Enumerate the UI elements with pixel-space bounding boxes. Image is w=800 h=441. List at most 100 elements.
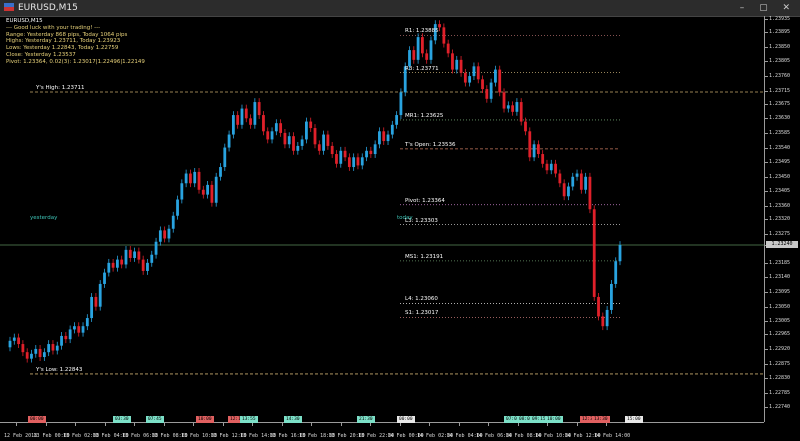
candle-body-62: [274, 123, 278, 132]
news-marker-1[interactable]: 03:30: [113, 416, 131, 423]
candle-body-30: [137, 251, 141, 260]
candle-body-97: [425, 53, 429, 60]
candle-body-39: [176, 199, 179, 216]
price-tick-label-19: 1.23095: [769, 289, 791, 296]
candle-body-17: [81, 326, 85, 333]
candle-body-91: [399, 92, 403, 116]
candle-body-51: [227, 134, 231, 148]
candle-body-133: [579, 173, 583, 190]
candle-body-38: [171, 215, 175, 229]
candle-body-102: [446, 43, 450, 54]
price-tick-18: [765, 277, 768, 279]
candle-body-37: [167, 228, 171, 239]
candle-body-98: [429, 40, 433, 60]
candle-body-111: [485, 89, 489, 99]
current-price-tag: 1.23240: [766, 241, 798, 249]
candle-body-35: [158, 230, 162, 242]
candle-body-134: [584, 176, 588, 190]
time-tick-4: [134, 423, 135, 426]
candle-body-65: [287, 136, 291, 145]
candle-body-75: [330, 145, 334, 155]
yesterday-label: yesterday: [30, 215, 58, 221]
candle-body-0: [8, 340, 12, 348]
price-tick-label-24: 1.22875: [769, 360, 791, 367]
candle-body-114: [498, 69, 502, 93]
candle-body-81: [356, 157, 360, 166]
news-marker-0[interactable]: 00:00: [28, 416, 46, 423]
candle-body-3: [21, 344, 25, 353]
price-chart[interactable]: [0, 16, 764, 422]
candle-body-9: [47, 344, 51, 353]
time-axis[interactable]: 12 Feb 2018 13 Feb 00:00 13 Feb 02:00 13 Fe…: [0, 422, 764, 441]
candle-body-105: [459, 59, 463, 73]
news-marker-3[interactable]: 10:00: [196, 416, 214, 423]
candle-body-96: [420, 37, 424, 54]
time-tick-14: [429, 423, 430, 426]
price-tick-label-3: 1.23805: [769, 58, 791, 65]
candle-body-47: [210, 184, 214, 203]
price-tick-label-8: 1.23585: [769, 129, 791, 136]
candle-body-69: [305, 121, 308, 140]
candle-body-119: [519, 102, 523, 122]
candle-body-60: [266, 131, 270, 140]
candle-body-19: [90, 296, 94, 319]
candle-body-27: [124, 249, 128, 265]
candle-body-93: [408, 50, 411, 67]
price-tick-27: [765, 407, 768, 409]
candle-body-54: [240, 108, 244, 125]
candle-body-138: [601, 316, 605, 327]
window-title-bar[interactable]: EURUSD,M15 – ▢ ✕: [0, 0, 800, 17]
news-marker-7[interactable]: 21:30: [357, 416, 375, 423]
candle-body-77: [339, 150, 343, 164]
news-marker-12[interactable]: 10:00: [545, 416, 563, 423]
price-tick-7: [765, 118, 768, 120]
info-line-pivot: Pivot: 1.23364, 0.02(3): 1.23017|1.22496…: [6, 58, 145, 65]
candle-body-125: [545, 163, 549, 171]
time-tick-16: [488, 423, 489, 426]
news-marker-5[interactable]: 13:55: [240, 416, 258, 423]
candle-body-108: [472, 66, 476, 77]
candle-body-67: [296, 145, 300, 151]
candle-body-29: [133, 251, 136, 258]
candle-body-8: [42, 352, 46, 358]
candle-body-83: [365, 150, 368, 158]
candle-body-13: [64, 335, 68, 340]
candle-body-16: [77, 326, 81, 333]
candle-body-101: [442, 27, 446, 44]
level-label-0: R1: 1.23885: [405, 28, 439, 35]
candle-body-80: [352, 157, 356, 168]
news-marker-15[interactable]: 15:00: [625, 416, 643, 423]
level-label-2: Y's High: 1.23711: [36, 85, 85, 91]
price-tick-label-12: 1.23405: [769, 188, 791, 195]
price-tick-11: [765, 176, 768, 178]
news-marker-2[interactable]: 07:45: [146, 416, 164, 423]
info-line-lows: Lows: Yesterday 1.22843, Today 1.22759: [6, 45, 119, 52]
news-marker-6[interactable]: 14:30: [284, 416, 302, 423]
price-tick-15: [765, 233, 768, 235]
level-label-1: R3: 1.23771: [405, 65, 439, 72]
price-tick-12: [765, 191, 768, 193]
window-controls[interactable]: – ▢ ✕: [740, 0, 796, 16]
price-tick-19: [765, 292, 768, 294]
candle-body-124: [541, 154, 545, 164]
price-tick-label-21: 1.23005: [769, 318, 791, 325]
price-tick-label-20: 1.23050: [769, 303, 791, 310]
news-marker-8[interactable]: 00:00: [397, 416, 415, 423]
candle-body-132: [575, 173, 579, 177]
price-tick-label-9: 1.23540: [769, 144, 791, 151]
candle-body-34: [154, 241, 158, 255]
candle-body-123: [536, 144, 540, 155]
candle-body-15: [73, 326, 76, 330]
price-tick-2: [765, 46, 768, 48]
time-tick-label-20: 14 Feb 14:00: [594, 433, 631, 439]
candle-body-48: [214, 176, 218, 203]
price-tick-label-4: 1.23760: [769, 73, 791, 80]
price-tick-0: [765, 19, 768, 21]
candle-body-36: [163, 230, 167, 239]
price-axis[interactable]: 1.23935 1.23895 1.23850 1.23805 1.23760 1.237…: [764, 16, 800, 422]
candle-body-109: [476, 66, 480, 80]
level-label-5: Pivot: 1.23364: [405, 197, 445, 204]
candle-body-94: [412, 50, 416, 60]
news-marker-14[interactable]: 13:30: [592, 416, 610, 423]
price-tick-label-26: 1.22785: [769, 389, 791, 396]
